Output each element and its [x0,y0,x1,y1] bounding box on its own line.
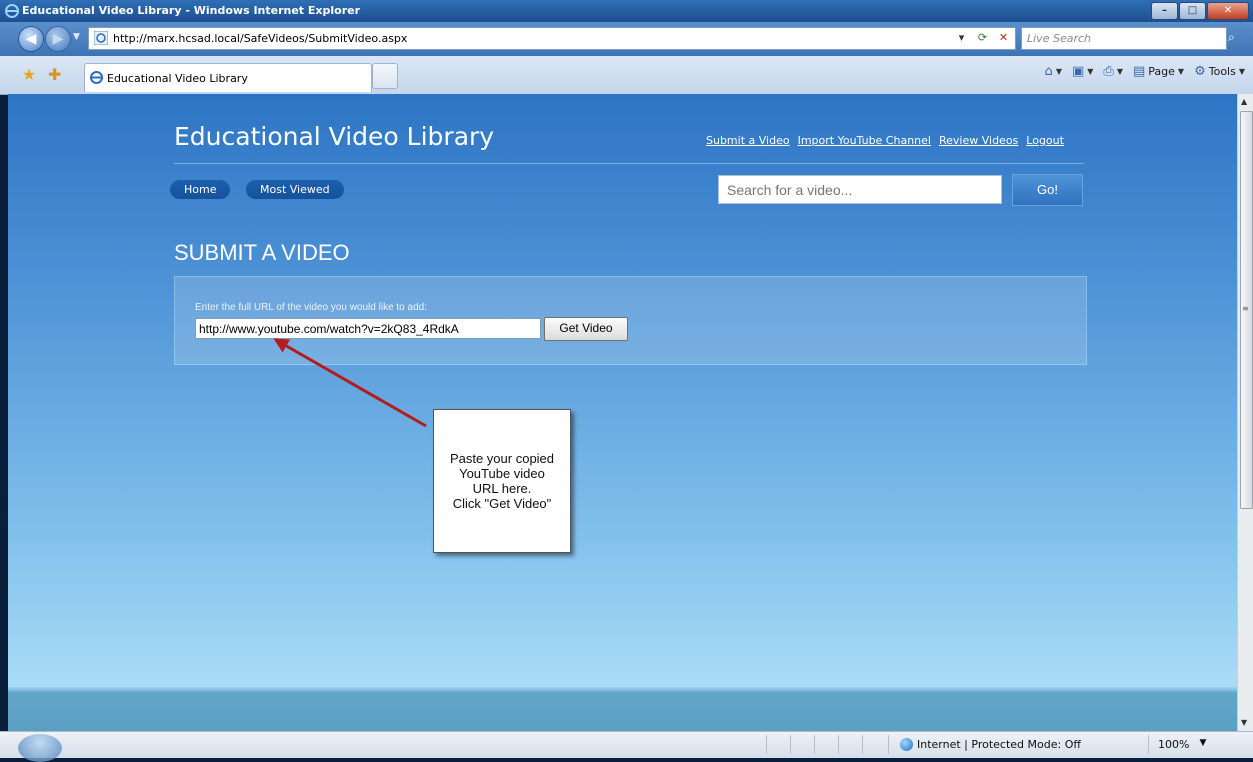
stop-icon[interactable]: ✕ [994,29,1013,47]
page-title: SUBMIT A VIDEO [174,240,350,265]
nav-most-viewed[interactable]: Most Viewed [246,180,344,199]
maximize-button[interactable]: □ [1179,2,1206,20]
link-import-youtube-channel[interactable]: Import YouTube Channel [798,134,931,147]
status-separator [1148,735,1149,754]
chevron-down-icon: ▼ [1199,738,1207,748]
recent-pages-dropdown-icon[interactable]: ▼ [73,32,80,42]
window-controls: – □ ✕ [1151,2,1249,20]
scroll-up-icon[interactable]: ▲ [1241,97,1247,106]
scroll-down-icon[interactable]: ▼ [1241,718,1247,727]
video-search-input[interactable] [718,175,1002,204]
start-orb-icon [18,734,62,762]
feeds-command[interactable]: ▣ ▼ [1072,64,1093,79]
nav-home[interactable]: Home [170,180,231,199]
new-tab-button[interactable] [372,63,398,89]
search-go-button[interactable]: Go! [1012,174,1083,206]
live-search-placeholder: Live Search [1027,32,1091,45]
tab-educational-video-library[interactable]: Educational Video Library [84,63,372,92]
chevron-down-icon: ▼ [1055,67,1062,76]
status-separator [888,735,889,754]
security-zone[interactable]: Internet | Protected Mode: Off [900,738,1081,751]
tab-ie-icon [90,71,103,84]
security-zone-label: Internet | Protected Mode: Off [917,738,1081,751]
chevron-down-icon: ▼ [1116,67,1123,76]
get-video-button[interactable]: Get Video [544,317,628,341]
refresh-icon[interactable]: ⟳ [973,29,992,47]
tools-menu[interactable]: ⚙ Tools ▼ [1194,64,1245,79]
url-dropdown-icon[interactable]: ▾ [952,29,971,47]
status-separator [790,735,791,754]
add-favorites-icon[interactable]: ✚ [48,65,61,84]
ie-logo-icon [5,4,19,18]
chevron-down-icon: ▼ [1238,67,1245,76]
tab-bar: ★ ✚ Educational Video Library ⌂ ▼ ▣ ▼ ⎙ ▼ ▤… [0,56,1253,95]
close-button[interactable]: ✕ [1207,2,1249,20]
url-field[interactable]: http://marx.hcsad.local/SafeVideos/Submi… [88,27,1016,50]
link-review-videos[interactable]: Review Videos [939,134,1018,147]
feed-icon: ▣ [1071,64,1085,79]
status-bar: Internet | Protected Mode: Off 100% ▼ [0,731,1253,762]
status-separator [766,735,767,754]
vertical-scrollbar[interactable]: ▲ ≡ ▼ [1237,94,1253,731]
search-icon[interactable]: ⌕ [1228,30,1235,45]
status-separator [814,735,815,754]
site-title: Educational Video Library [174,122,495,151]
minimize-button[interactable]: – [1151,2,1178,20]
print-command[interactable]: ⎙ ▼ [1103,64,1123,79]
home-icon: ⌂ [1044,64,1053,79]
tools-menu-label: Tools [1208,65,1236,78]
zoom-control[interactable]: 100% ▼ [1158,738,1206,751]
url-instruction-label: Enter the full URL of the video you woul… [195,302,427,313]
page-viewport: Educational Video Library Submit a Video… [8,94,1237,731]
instruction-callout: Paste your copied YouTube video URL here… [433,409,571,553]
status-separator [862,735,863,754]
chevron-down-icon: ▼ [1177,67,1185,76]
video-url-input[interactable] [195,318,541,339]
home-command[interactable]: ⌂ ▼ [1045,64,1062,79]
live-search-input[interactable]: Live Search [1021,27,1227,50]
link-logout[interactable]: Logout [1026,134,1064,147]
chevron-down-icon: ▼ [1087,67,1094,76]
submit-form-panel: Enter the full URL of the video you woul… [174,276,1087,365]
header-divider [174,163,1084,164]
status-separator [838,735,839,754]
address-bar: ◀ ▶ ▼ http://marx.hcsad.local/SafeVideos… [0,22,1253,56]
back-button[interactable]: ◀ [18,26,44,52]
command-bar: ⌂ ▼ ▣ ▼ ⎙ ▼ ▤ Page ▼ ⚙ Tools ▼ [1045,64,1245,79]
page-menu-label: Page [1148,65,1175,78]
page-favicon-icon [94,31,108,45]
gear-icon: ⚙ [1194,64,1206,79]
favorites-star-icon[interactable]: ★ [22,65,36,84]
window-title: Educational Video Library - Windows Inte… [22,4,361,17]
scroll-grip-icon: ≡ [1242,304,1249,313]
forward-button[interactable]: ▶ [45,26,71,52]
globe-icon [900,738,913,751]
zoom-level: 100% [1158,738,1190,751]
window-title-bar: Educational Video Library - Windows Inte… [0,0,1253,22]
url-text[interactable]: http://marx.hcsad.local/SafeVideos/Submi… [113,32,407,45]
tab-label: Educational Video Library [107,72,248,85]
page-menu[interactable]: ▤ Page ▼ [1133,64,1184,79]
page-icon: ▤ [1132,64,1146,79]
printer-icon: ⎙ [1103,64,1114,79]
top-links: Submit a Video Import YouTube Channel Re… [706,134,1064,147]
link-submit-video[interactable]: Submit a Video [706,134,790,147]
